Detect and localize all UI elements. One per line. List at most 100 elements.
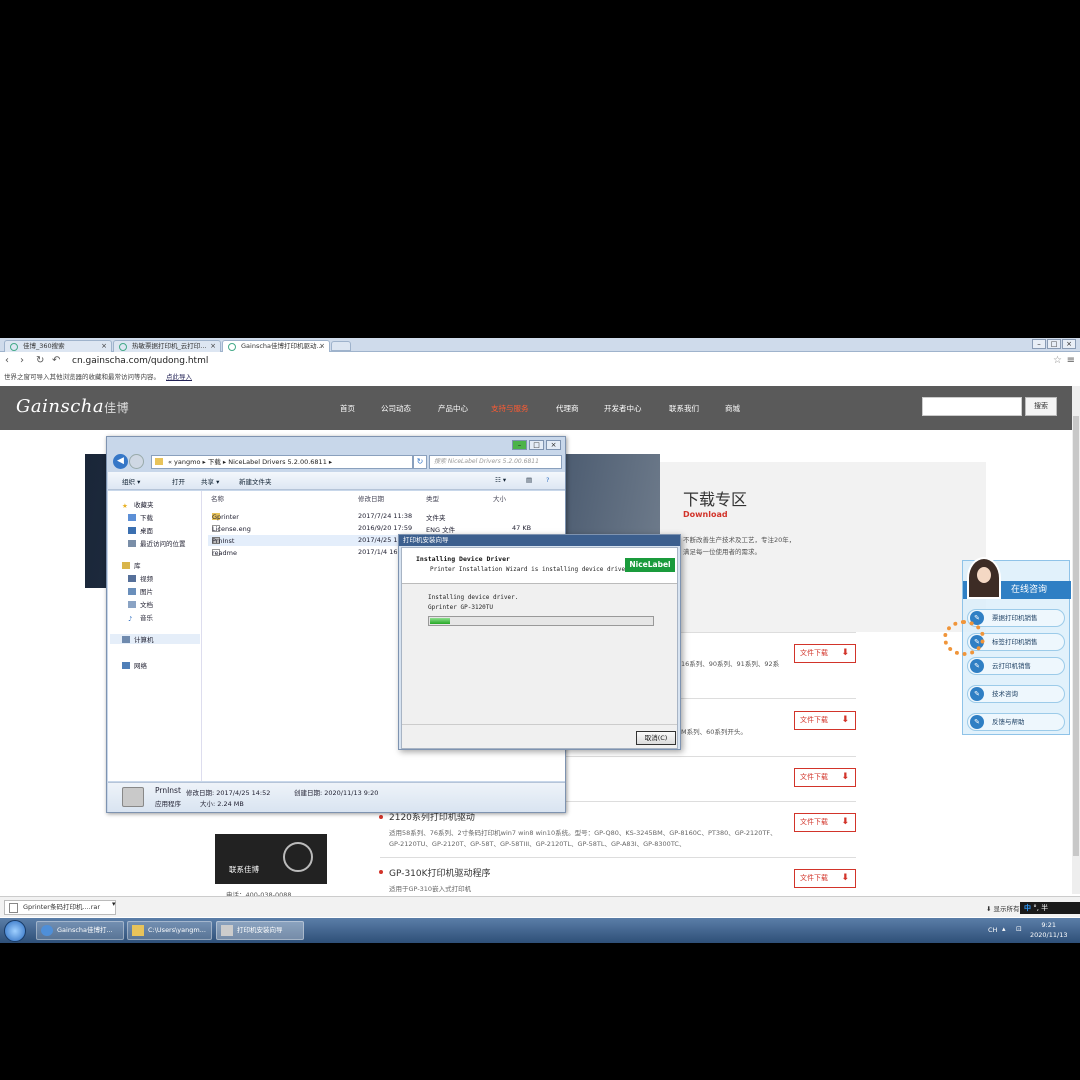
tray-language[interactable]: CH: [988, 926, 997, 934]
nav-network[interactable]: 网络: [122, 660, 147, 670]
import-link[interactable]: 点此导入: [166, 373, 192, 381]
consult-item-receipt-sales[interactable]: ✎ 票据打印机销售: [967, 609, 1065, 627]
minimize-icon[interactable]: –: [1032, 339, 1046, 349]
maximize-icon[interactable]: □: [529, 440, 544, 450]
nav-documents[interactable]: 文档: [128, 599, 153, 609]
logo-cn-text: 佳博: [104, 401, 130, 415]
nav-agents[interactable]: 代理商: [556, 403, 579, 414]
library-icon: [122, 562, 130, 569]
nav-music[interactable]: ♪ 音乐: [128, 612, 153, 623]
preview-pane-icon[interactable]: ▤: [526, 476, 532, 484]
page-scrollbar[interactable]: [1072, 386, 1080, 894]
nav-home[interactable]: 首页: [340, 403, 355, 414]
browser-tab-2[interactable]: 热敏票据打印机_云打印... ×: [113, 340, 221, 352]
taskbar-browser[interactable]: Gainscha佳博打...: [36, 921, 124, 940]
explorer-breadcrumb[interactable]: « yangmo ▸ 下载 ▸ NiceLabel Drivers 5.2.00…: [151, 455, 413, 469]
nav-products[interactable]: 产品中心: [438, 403, 468, 414]
close-tab-icon[interactable]: ×: [210, 341, 216, 352]
breadcrumb-downloads[interactable]: 下载: [208, 458, 221, 466]
refresh-icon[interactable]: ↻: [413, 455, 427, 469]
back-arrow-icon[interactable]: ‹: [5, 355, 9, 366]
forward-arrow-icon[interactable]: ›: [20, 355, 24, 366]
nav-support[interactable]: 支持与服务: [491, 403, 529, 414]
wizard-title[interactable]: 打印机安装向导: [399, 535, 680, 546]
site-search-input[interactable]: [922, 397, 1022, 416]
button-label: 文件下载: [800, 716, 828, 724]
download-item[interactable]: Gprinter条码打印机....rar: [4, 900, 116, 915]
explorer-search-input[interactable]: 搜索 NiceLabel Drivers 5.2.00.6811: [429, 455, 562, 469]
nav-shop[interactable]: 商城: [725, 403, 740, 414]
network-tray-icon[interactable]: ⊡: [1016, 925, 1022, 933]
nav-recent[interactable]: 最近访问的位置: [128, 538, 186, 548]
nav-videos[interactable]: 视频: [128, 573, 153, 583]
new-tab-button[interactable]: [331, 341, 351, 351]
download-options-icon[interactable]: ▾: [112, 900, 116, 908]
file-row[interactable]: License.eng 2016/9/20 17:59 ENG 文件 47 KB: [208, 523, 548, 534]
consult-item-tech[interactable]: ✎ 技术咨询: [967, 685, 1065, 703]
undo-icon[interactable]: ↶: [52, 355, 60, 366]
nav-news[interactable]: 公司动态: [381, 403, 411, 414]
nav-desktop[interactable]: 桌面: [128, 525, 153, 535]
close-window-icon[interactable]: ×: [1062, 339, 1076, 349]
column-size[interactable]: 大小: [493, 493, 506, 503]
consult-item-cloud-sales[interactable]: ✎ 云打印机销售: [967, 657, 1065, 675]
file-download-button[interactable]: 文件下载 ⬇: [794, 768, 856, 787]
forward-arrow-icon[interactable]: [129, 454, 144, 469]
file-download-button[interactable]: 文件下载 ⬇: [794, 711, 856, 730]
site-search-button[interactable]: 搜索: [1025, 397, 1057, 416]
maximize-icon[interactable]: □: [1047, 339, 1061, 349]
url-input[interactable]: cn.gainscha.com/qudong.html: [72, 356, 208, 366]
back-arrow-icon[interactable]: ◀: [113, 454, 128, 469]
taskbar-explorer[interactable]: C:\Users\yangm...: [127, 921, 212, 940]
nav-downloads[interactable]: 下载: [128, 512, 153, 522]
file-row[interactable]: Gprinter 2017/7/24 11:38 文件夹: [208, 511, 548, 522]
column-type[interactable]: 类型: [426, 493, 439, 503]
browser-tab-3-active[interactable]: Gainscha佳博打印机驱动... ×: [222, 340, 330, 352]
close-window-icon[interactable]: ×: [546, 440, 561, 450]
nav-developer[interactable]: 开发者中心: [604, 403, 642, 414]
breadcrumb-user[interactable]: yangmo: [174, 458, 200, 466]
file-download-button[interactable]: 文件下载 ⬇: [794, 869, 856, 888]
nav-libraries[interactable]: 库: [122, 560, 141, 570]
share-button[interactable]: 共享 ▾: [201, 476, 219, 486]
nav-computer[interactable]: 计算机: [110, 634, 200, 644]
tray-expand-icon[interactable]: ▴: [1002, 925, 1006, 933]
nav-pictures[interactable]: 图片: [128, 586, 153, 596]
consult-item-feedback[interactable]: ✎ 反馈与帮助: [967, 713, 1065, 731]
ime-indicator[interactable]: 中 °, 半: [1020, 902, 1080, 914]
ime-mode: °, 半: [1033, 904, 1049, 912]
contact-gainscha-image[interactable]: 联系佳博: [215, 834, 327, 884]
breadcrumb-folder[interactable]: NiceLabel Drivers 5.2.00.6811: [228, 458, 327, 466]
file-download-button[interactable]: 文件下载 ⬇: [794, 813, 856, 832]
close-tab-icon[interactable]: ×: [101, 341, 107, 352]
wizard-driver-name: Gprinter GP-3120TU: [428, 604, 494, 611]
column-date[interactable]: 修改日期: [358, 493, 384, 503]
cancel-button[interactable]: 取消(C): [636, 731, 676, 745]
open-button[interactable]: 打开: [172, 476, 185, 486]
reload-icon[interactable]: ↻: [36, 355, 44, 366]
close-tab-icon[interactable]: ×: [319, 341, 325, 352]
scrollbar-thumb[interactable]: [1073, 416, 1079, 856]
logo-text: Gainscha: [16, 396, 105, 417]
new-folder-button[interactable]: 新建文件夹: [239, 476, 272, 486]
printer-icon: [221, 925, 233, 936]
row-5-title[interactable]: GP-310K打印机驱动程序: [389, 866, 491, 879]
column-name[interactable]: 名称: [211, 493, 224, 503]
nav-favorites[interactable]: ★ 收藏夹: [122, 499, 154, 510]
bookmark-star-icon[interactable]: ☆: [1053, 355, 1062, 366]
start-button[interactable]: [4, 920, 26, 942]
wizard-subheading: Printer Installation Wizard is installin…: [430, 566, 633, 573]
organize-button[interactable]: 组织 ▾: [122, 476, 140, 486]
taskbar-clock[interactable]: 9:21 2020/11/13: [1030, 920, 1067, 940]
view-options-icon[interactable]: ☷ ▾: [495, 476, 506, 484]
minimize-icon[interactable]: –: [512, 440, 527, 450]
file-download-button[interactable]: 文件下载 ⬇: [794, 644, 856, 663]
browser-menu-icon[interactable]: ≡: [1067, 355, 1075, 366]
help-icon[interactable]: ?: [546, 476, 549, 484]
taskbar-wizard[interactable]: 打印机安装向导: [216, 921, 304, 940]
site-logo[interactable]: Gainscha佳博: [16, 396, 129, 417]
nav-contact[interactable]: 联系我们: [669, 403, 699, 414]
file-name: PrnInst: [212, 537, 235, 545]
explorer-titlebar[interactable]: – □ ×: [107, 437, 565, 455]
browser-tab-1[interactable]: 佳博_360搜索 ×: [4, 340, 112, 352]
